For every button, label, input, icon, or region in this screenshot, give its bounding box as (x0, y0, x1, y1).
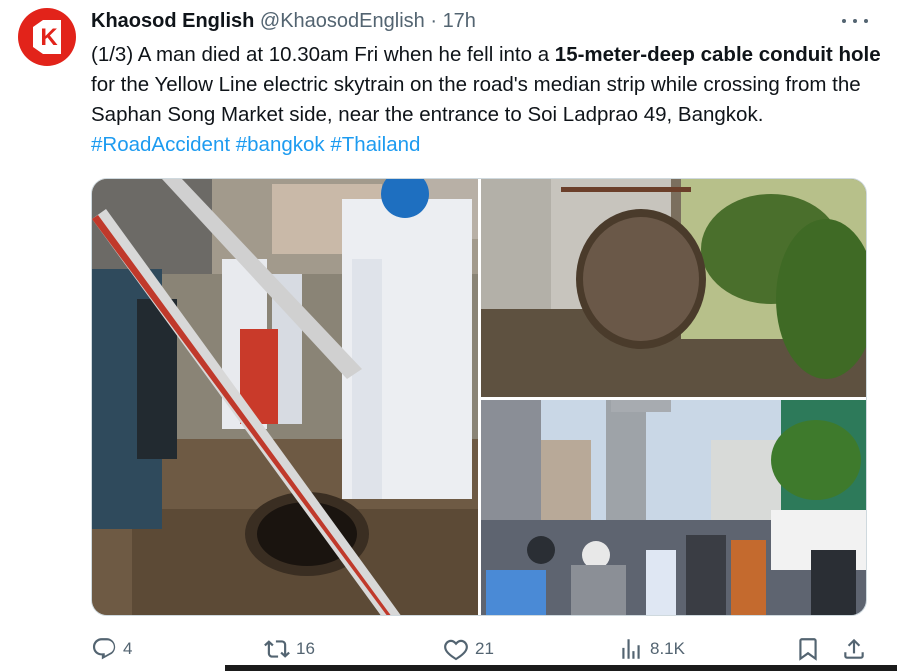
retweet-icon (264, 640, 290, 658)
tweet-text-part: for the Yellow Line electric skytrain on… (91, 73, 861, 126)
separator-dot: · (430, 10, 437, 32)
svg-text:K: K (40, 24, 58, 51)
hashtag-link[interactable]: #bangkok (236, 133, 325, 156)
author-name[interactable]: Khaosod English (91, 10, 254, 32)
more-dot-icon (853, 19, 857, 23)
views-count: 8.1K (650, 639, 685, 658)
photo-rescue-workers[interactable] (92, 179, 478, 615)
tweet-text-bold: 15-meter-deep cable conduit hole (554, 43, 881, 66)
action-bar: 4 16 21 8.1K (91, 634, 881, 664)
photo-image (481, 179, 866, 397)
hashtag-link[interactable]: #RoadAccident (91, 133, 230, 156)
avatar[interactable]: K (18, 8, 76, 66)
reply-count: 4 (123, 639, 133, 658)
retweet-button[interactable]: 16 (264, 634, 315, 664)
like-count: 21 (475, 639, 494, 658)
photo-manhole-cover[interactable] (481, 179, 866, 397)
khaosod-logo-icon: K (33, 20, 61, 54)
horizontal-scrollbar[interactable] (225, 665, 897, 671)
share-button[interactable] (841, 634, 873, 664)
more-dot-icon (842, 19, 846, 23)
like-button[interactable]: 21 (443, 634, 494, 664)
more-options-button[interactable] (842, 10, 868, 32)
reply-icon (92, 638, 116, 660)
bookmark-icon (799, 638, 817, 661)
more-dot-icon (864, 19, 868, 23)
photo-image (92, 179, 478, 615)
bookmark-button[interactable] (795, 634, 827, 664)
views-button[interactable]: 8.1K (618, 634, 685, 664)
tweet[interactable]: K Khaosod English @KhaosodEnglish · 17h … (0, 0, 897, 671)
heart-icon (444, 639, 468, 661)
media-grid (91, 178, 867, 616)
photo-image (481, 400, 866, 615)
hashtag-link[interactable]: #Thailand (330, 133, 420, 156)
reply-button[interactable]: 4 (91, 634, 132, 664)
tweet-header: Khaosod English @KhaosodEnglish · 17h (91, 8, 476, 34)
tweet-text-part: (1/3) A man died at 10.30am Fri when he … (91, 43, 555, 66)
views-icon (622, 639, 640, 659)
share-icon (844, 638, 864, 659)
author-handle[interactable]: @KhaosodEnglish (260, 10, 425, 32)
retweet-count: 16 (296, 639, 315, 658)
tweet-text: (1/3) A man died at 10.30am Fri when he … (91, 40, 881, 160)
timestamp[interactable]: 17h (443, 10, 476, 32)
photo-street-crowd[interactable] (481, 400, 866, 615)
